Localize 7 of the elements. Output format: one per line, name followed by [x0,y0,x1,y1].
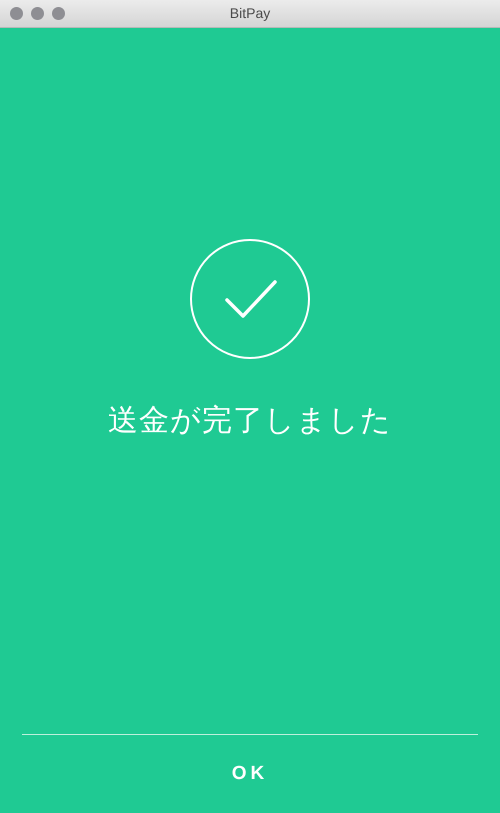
ok-button[interactable]: OK [0,735,500,813]
window-control-icon[interactable] [31,7,44,20]
success-message: 送金が完了しました [108,403,392,439]
window-control-icon[interactable] [10,7,23,20]
checkmark-icon [189,238,311,360]
window-control-icon[interactable] [52,7,65,20]
window-title: BitPay [230,4,270,23]
